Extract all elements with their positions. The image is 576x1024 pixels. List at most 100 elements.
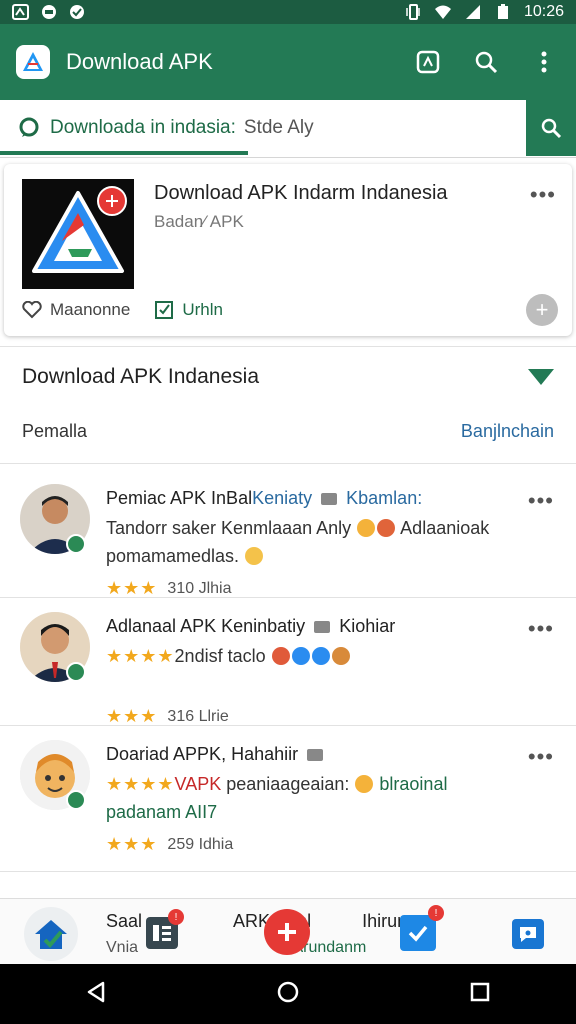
wifi-icon: [434, 5, 451, 19]
review-body-text-2: padanam AII7: [106, 802, 218, 822]
star-rating-icon: ★★★: [106, 834, 158, 854]
tasks-button[interactable]: !: [400, 905, 444, 951]
search-placeholder[interactable]: Stde Aly: [244, 117, 314, 139]
search-submit-button[interactable]: [526, 100, 576, 156]
more-options-button[interactable]: [528, 46, 560, 78]
update-label: Urhln: [182, 300, 223, 319]
review-body-text: Tandorr saker Kenmlaaan Anly: [106, 518, 352, 538]
review-title: Adlanaal APK Keninbatiy Kiohiar: [106, 616, 395, 637]
section-header: Download APK Indanesia Pemalla Banjlncha…: [0, 346, 576, 464]
list-button[interactable]: !: [146, 909, 184, 949]
tag-icon: [307, 749, 324, 761]
review-body-line: Tandorr saker Kenmlaaan Anly Adlaanioak: [106, 518, 489, 539]
section-title: Download APK Indanesia: [22, 365, 259, 388]
check-icon: [70, 5, 84, 19]
search-button[interactable]: [470, 46, 502, 78]
bottom-text-1: Saal: [106, 911, 143, 931]
checkbox-icon: [155, 301, 174, 319]
featured-app-image[interactable]: [22, 179, 134, 289]
emoji-icon: [331, 647, 350, 665]
review-title: Pemiac APK InBalKeniaty Kbamlan:: [106, 488, 422, 509]
home-button[interactable]: [24, 907, 78, 961]
review-item[interactable]: Doariad APPK, Hahahiir ★★★★VAPK peaniaag…: [0, 726, 576, 872]
verified-badge-icon: [66, 662, 86, 682]
home-icon: [35, 920, 67, 949]
featured-more-icon[interactable]: •••: [530, 182, 556, 208]
review-title-blue-2: Kbamlan:: [346, 488, 423, 508]
star-rating-icon: ★★★★: [106, 646, 175, 666]
search-underline: [0, 151, 248, 155]
app-logo[interactable]: [16, 45, 50, 79]
system-navigation-bar: [0, 964, 576, 1024]
recents-button[interactable]: [467, 979, 493, 1010]
screenshot-icon: [416, 50, 440, 74]
chat-button[interactable]: [512, 919, 544, 949]
status-time: 10:26: [523, 3, 564, 20]
rating-text: 316 Llrie: [167, 707, 229, 725]
featured-app-title: Download APK Indarm Indanesia: [154, 182, 448, 204]
search-query[interactable]: Downloada in indasia:: [50, 117, 236, 139]
app-title: Download APK: [66, 49, 213, 74]
star-rating-icon: ★★★: [106, 706, 158, 726]
bottom-bar: Saal ARK Kenl Ihirum Vnia Arundanm ! !: [0, 898, 576, 964]
signal-icon: [465, 5, 480, 19]
review-body-line: ★★★★VAPK peaniaageaian: blraoinal: [106, 774, 447, 795]
checkmark-icon: [408, 925, 428, 942]
review-item[interactable]: Adlanaal APK Keninbatiy Kiohiar ★★★★2ndi…: [0, 598, 576, 726]
star-rating-icon: ★★★: [106, 578, 158, 598]
chat-bubble-icon: [19, 117, 39, 137]
bottom-sub-1: Vnia: [106, 939, 139, 956]
status-bar: 10:26: [0, 0, 576, 24]
emoji-icon: [377, 519, 396, 537]
review-item[interactable]: Pemiac APK InBalKeniaty Kbamlan: Tandorr…: [0, 470, 576, 598]
section-link[interactable]: Banjlnchain: [461, 421, 554, 442]
emoji-icon: [355, 775, 374, 793]
review-more-icon[interactable]: •••: [528, 616, 554, 642]
review-body-text: peaniaageaian:: [226, 774, 350, 794]
review-title-tail: Kiohiar: [339, 616, 396, 636]
notification-badge: !: [428, 905, 444, 921]
more-vert-icon: [541, 51, 547, 73]
search-icon: [475, 51, 498, 74]
review-body-text-2: pomamamedlas.: [106, 546, 240, 566]
search-bar[interactable]: Downloada in indasia: Stde Aly: [0, 100, 576, 158]
review-body-line: ★★★★2ndisf taclo: [106, 646, 351, 667]
expand-triangle-icon[interactable]: [528, 369, 554, 385]
tag-icon: [321, 493, 338, 505]
verified-badge-icon: [66, 534, 86, 554]
review-title-text: Adlanaal APK Keninbatiy: [106, 616, 306, 636]
add-button[interactable]: [264, 909, 310, 955]
review-rating: ★★★ 259 Idhia: [106, 834, 233, 855]
section-left-label: Pemalla: [22, 421, 88, 441]
add-icon[interactable]: +: [526, 294, 558, 326]
emoji-icon: [245, 547, 264, 565]
review-body-text: 2ndisf taclo: [174, 646, 266, 666]
emoji-icon: [291, 647, 310, 665]
update-button[interactable]: Urhln: [154, 300, 223, 320]
review-body-tail: Adlaanioak: [400, 518, 490, 538]
review-title: Doariad APPK, Hahahiir: [106, 744, 327, 765]
tag-icon: [314, 621, 331, 633]
review-body-line: pomamamedlas.: [106, 546, 264, 567]
recents-icon: [470, 982, 490, 1001]
apk-logo-icon: [23, 52, 43, 71]
search-icon: [541, 118, 562, 139]
verified-badge-icon: [66, 790, 86, 810]
review-title-text: Doariad APPK, Hahahiir: [106, 744, 299, 764]
review-more-icon[interactable]: •••: [528, 744, 554, 770]
review-title-blue: Keniaty: [252, 488, 313, 508]
back-button[interactable]: [83, 979, 109, 1010]
emoji-icon: [357, 519, 376, 537]
wishlist-button[interactable]: Maanonne: [22, 300, 130, 320]
list-icon: [153, 925, 171, 941]
review-more-icon[interactable]: •••: [528, 488, 554, 514]
screenshot-button[interactable]: [412, 46, 444, 78]
emoji-icon: [271, 647, 290, 665]
featured-app-card[interactable]: Download APK Indarm Indanesia Badan⁄ APK…: [4, 164, 572, 336]
review-rating: ★★★ 310 Jlhia: [106, 578, 231, 599]
message-icon: [42, 5, 56, 19]
featured-app-subtitle: Badan⁄ APK: [154, 212, 244, 231]
star-rating-icon: ★★★★: [106, 774, 175, 794]
home-nav-button[interactable]: [275, 979, 301, 1010]
rating-text: 310 Jlhia: [167, 579, 232, 597]
